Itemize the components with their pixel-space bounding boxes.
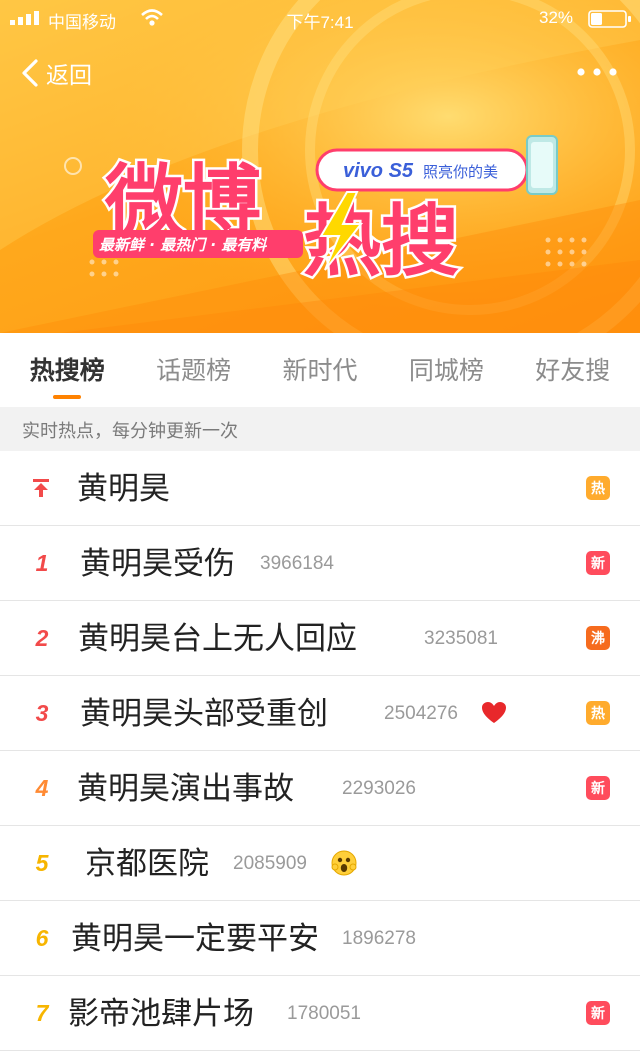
item-rank: 2 xyxy=(35,625,49,651)
tab-local[interactable]: 同城榜 xyxy=(409,333,484,405)
item-rank: 1 xyxy=(35,550,49,576)
list-item[interactable]: 2 黄明昊台上无人回应 3235081 沸 xyxy=(0,601,640,676)
heart-icon xyxy=(482,702,506,723)
list-item[interactable]: 7 影帝池肆片场 1780051 新 xyxy=(0,976,640,1051)
item-count: 2085909 xyxy=(233,853,307,874)
item-rank: 3 xyxy=(35,700,49,726)
item-rank: 7 xyxy=(35,1000,49,1026)
item-count: 2293026 xyxy=(342,778,416,799)
item-count: 3966184 xyxy=(260,553,334,574)
item-title: 影帝池肆片场 xyxy=(68,996,254,1031)
pin-top-icon xyxy=(33,479,49,497)
item-title: 黄明昊 xyxy=(77,471,170,506)
item-rank: 6 xyxy=(35,925,49,951)
header-banner: 中国移动 下午7:41 32% 返回 vivo S5 照亮你的美 微博 热搜 最… xyxy=(0,0,640,333)
active-tab-indicator xyxy=(53,395,82,399)
chevron-left-icon xyxy=(22,59,38,87)
sponsor-brand: vivo S5 xyxy=(343,160,414,182)
tab-hot-search[interactable]: 热搜榜 xyxy=(30,333,105,405)
battery-percent: 32% xyxy=(539,8,574,27)
status-bar: 中国移动 下午7:41 32% xyxy=(0,0,640,36)
new-badge: 新 xyxy=(586,1001,610,1025)
tab-new-era[interactable]: 新时代 xyxy=(282,333,357,405)
logo-hotsearch-text: 热搜 xyxy=(303,197,459,287)
logo-slogan: 最新鲜 · 最热门 · 最有料 xyxy=(99,236,268,254)
weibo-hot-search-logo: vivo S5 照亮你的美 微博 热搜 最新鲜 · 最热门 · 最有料 xyxy=(85,128,565,298)
list-item[interactable]: 5 京都医院 2085909 xyxy=(0,826,640,901)
item-title: 黄明昊一定要平安 xyxy=(71,921,319,956)
new-badge: 新 xyxy=(586,551,610,575)
tab-label: 新时代 xyxy=(282,357,358,385)
item-count: 2504276 xyxy=(384,703,458,724)
new-badge: 新 xyxy=(586,776,610,800)
tab-bar: 热搜榜 话题榜 新时代 同城榜 好友搜 xyxy=(0,333,640,405)
tab-label: 热搜榜 xyxy=(29,357,105,385)
item-title: 黄明昊头部受重创 xyxy=(80,696,328,731)
item-rank: 4 xyxy=(35,775,49,801)
list-item[interactable]: 6 黄明昊一定要平安 1896278 xyxy=(0,901,640,976)
hot-search-list: 黄明昊 热 1 黄明昊受伤 3966184 新 2 黄明昊台上无人回应 3235… xyxy=(0,451,640,1051)
tab-label: 话题榜 xyxy=(156,357,232,385)
battery-icon xyxy=(588,10,631,28)
scared-face-icon xyxy=(331,850,357,876)
list-item[interactable]: 4 黄明昊演出事故 2293026 新 xyxy=(0,751,640,826)
item-title: 黄明昊演出事故 xyxy=(77,771,294,806)
item-count: 3235081 xyxy=(424,628,498,649)
tab-topics[interactable]: 话题榜 xyxy=(156,333,231,405)
item-title: 黄明昊台上无人回应 xyxy=(78,621,357,656)
item-title: 京都医院 xyxy=(85,846,209,881)
item-count: 1780051 xyxy=(287,1003,361,1024)
back-label: 返回 xyxy=(46,62,92,88)
hot-badge: 热 xyxy=(586,701,610,725)
tab-friends[interactable]: 好友搜 xyxy=(535,333,610,405)
more-options-icon[interactable] xyxy=(575,62,619,82)
list-item[interactable]: 1 黄明昊受伤 3966184 新 xyxy=(0,526,640,601)
list-item-pinned[interactable]: 黄明昊 热 xyxy=(0,451,640,526)
hot-badge: 热 xyxy=(586,476,610,500)
item-title: 黄明昊受伤 xyxy=(80,546,235,581)
tab-label: 好友搜 xyxy=(535,357,611,385)
item-count: 1896278 xyxy=(342,928,416,949)
sponsor-tagline: 照亮你的美 xyxy=(423,163,498,181)
back-button[interactable]: 返回 xyxy=(18,56,92,90)
tab-label: 同城榜 xyxy=(408,357,484,385)
list-item[interactable]: 3 黄明昊头部受重创 2504276 热 xyxy=(0,676,640,751)
boiling-badge: 沸 xyxy=(586,626,610,650)
item-rank: 5 xyxy=(35,850,49,876)
update-notice: 实时热点，每分钟更新一次 xyxy=(0,407,640,451)
